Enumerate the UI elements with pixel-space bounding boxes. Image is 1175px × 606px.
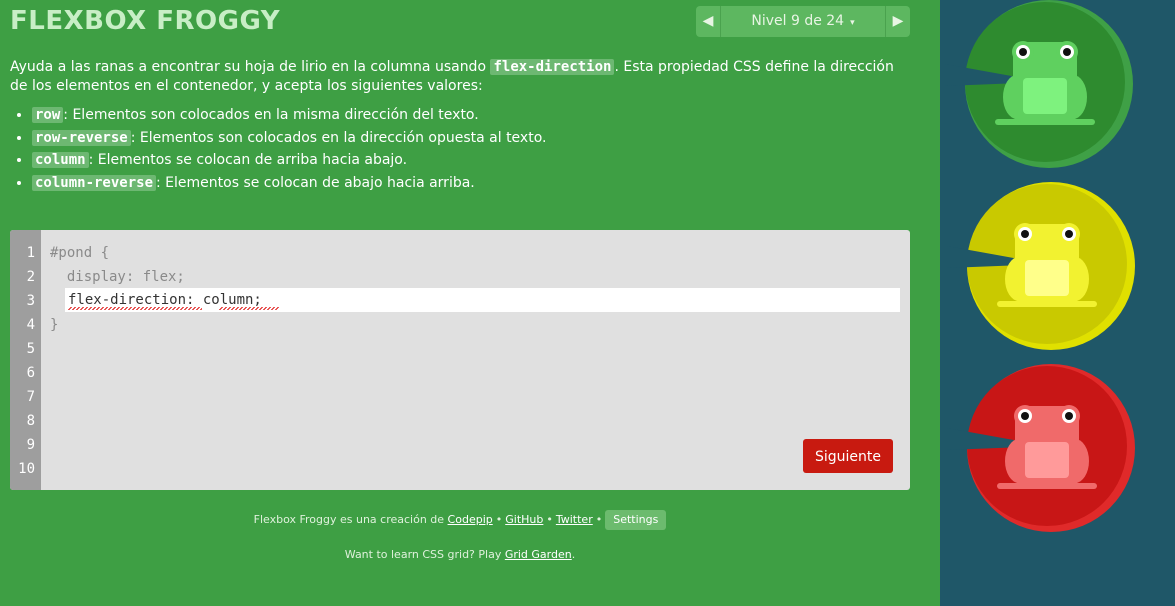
css-editor: 1 2 3 4 5 6 7 8 9 10 #pond { display: fl… xyxy=(10,230,910,490)
frog-on-lilypad-red xyxy=(947,364,1135,532)
instructions-panel: FLEXBOX FROGGY ◀ Nivel 9 de 24 ▾ ▶ Ayuda … xyxy=(0,0,940,606)
line-number: 6 xyxy=(26,365,35,381)
line-number: 4 xyxy=(26,317,35,333)
line-number: 5 xyxy=(26,341,35,357)
next-button[interactable]: Siguiente xyxy=(803,439,893,473)
value-code: row xyxy=(32,107,64,123)
value-code: row-reverse xyxy=(32,129,131,146)
frog-eye-pupil xyxy=(1019,48,1027,56)
pond-svg xyxy=(945,0,1135,532)
line-number: 8 xyxy=(26,413,35,429)
value-code: column xyxy=(32,152,89,168)
app-title: FLEXBOX FROGGY xyxy=(10,6,281,36)
spellcheck-underline xyxy=(219,307,279,310)
frogs-layer xyxy=(945,0,1135,532)
next-level-button[interactable]: ▶ xyxy=(885,6,910,37)
spellcheck-underline xyxy=(68,307,202,310)
frog-eye-pupil xyxy=(1021,412,1029,420)
value-description: : Elementos son colocados en la misma di… xyxy=(63,107,479,123)
list-item: row: Elementos son colocados en la misma… xyxy=(32,106,910,125)
code-line-selector: #pond { xyxy=(50,245,110,261)
frog-eye-pupil xyxy=(1065,412,1073,420)
bullet-separator: • xyxy=(495,513,503,526)
list-item: row-reverse: Elementos son colocados en … xyxy=(32,129,910,148)
codepip-link[interactable]: Codepip xyxy=(448,513,493,526)
previous-level-button[interactable]: ◀ xyxy=(696,6,721,37)
line-number: 10 xyxy=(18,461,35,477)
settings-button[interactable]: Settings xyxy=(605,510,667,530)
level-navigator: ◀ Nivel 9 de 24 ▾ ▶ xyxy=(696,6,910,37)
frog-on-lilypad-green xyxy=(945,0,1133,168)
frog-on-lilypad-yellow xyxy=(947,182,1135,350)
value-description: : Elementos son colocados en la direcció… xyxy=(130,129,547,146)
bullet-separator: • xyxy=(595,513,603,526)
intro-text-before: Ayuda a las ranas a encontrar su hoja de… xyxy=(10,59,491,75)
frog-eye-pupil xyxy=(1021,230,1029,238)
code-line-closing-brace: } xyxy=(50,317,59,333)
values-list: row: Elementos son colocados en la misma… xyxy=(10,106,910,193)
grid-garden-link[interactable]: Grid Garden xyxy=(505,548,572,561)
line-number: 2 xyxy=(26,269,35,285)
credit-text: Flexbox Froggy es una creación de xyxy=(253,513,448,526)
code-line-display: display: flex; xyxy=(50,269,185,285)
instructions-intro: Ayuda a las ranas a encontrar su hoja de… xyxy=(10,58,910,96)
grid-garden-promo: Want to learn CSS grid? Play Grid Garden… xyxy=(0,546,920,564)
pond-board xyxy=(940,0,1175,606)
line-number: 1 xyxy=(26,245,35,261)
value-description: : Elementos se colocan de arriba hacia a… xyxy=(88,152,408,168)
list-item: column-reverse: Elementos se colocan de … xyxy=(32,174,910,193)
bullet-separator: • xyxy=(546,513,553,526)
intro-code-property: flex-direction xyxy=(490,59,615,75)
frog-eye-pupil xyxy=(1063,48,1071,56)
level-indicator-dropdown[interactable]: Nivel 9 de 24 ▾ xyxy=(720,6,886,37)
line-number: 7 xyxy=(26,389,35,405)
line-number: 3 xyxy=(26,293,35,309)
value-code: column-reverse xyxy=(32,174,157,191)
promo-text: Want to learn CSS grid? Play xyxy=(344,548,505,561)
list-item: column: Elementos se colocan de arriba h… xyxy=(32,151,910,170)
github-link[interactable]: GitHub xyxy=(505,513,543,526)
frog-belly xyxy=(1023,78,1067,114)
credits-footer: Flexbox Froggy es una creación de Codepi… xyxy=(0,510,920,530)
promo-period: . xyxy=(571,548,576,561)
level-indicator-label: Nivel 9 de 24 xyxy=(751,13,845,29)
caret-down-icon: ▾ xyxy=(850,18,855,28)
line-number: 9 xyxy=(26,437,35,453)
code-input-row xyxy=(65,288,900,312)
frog-eye-pupil xyxy=(1065,230,1073,238)
twitter-link[interactable]: Twitter xyxy=(556,513,593,526)
frog-belly xyxy=(1025,442,1069,478)
line-number-gutter: 1 2 3 4 5 6 7 8 9 10 xyxy=(10,230,41,490)
frog-belly xyxy=(1025,260,1069,296)
value-description: : Elementos se colocan de abajo hacia ar… xyxy=(156,174,475,191)
level-instructions: Ayuda a las ranas a encontrar su hoja de… xyxy=(10,58,910,196)
